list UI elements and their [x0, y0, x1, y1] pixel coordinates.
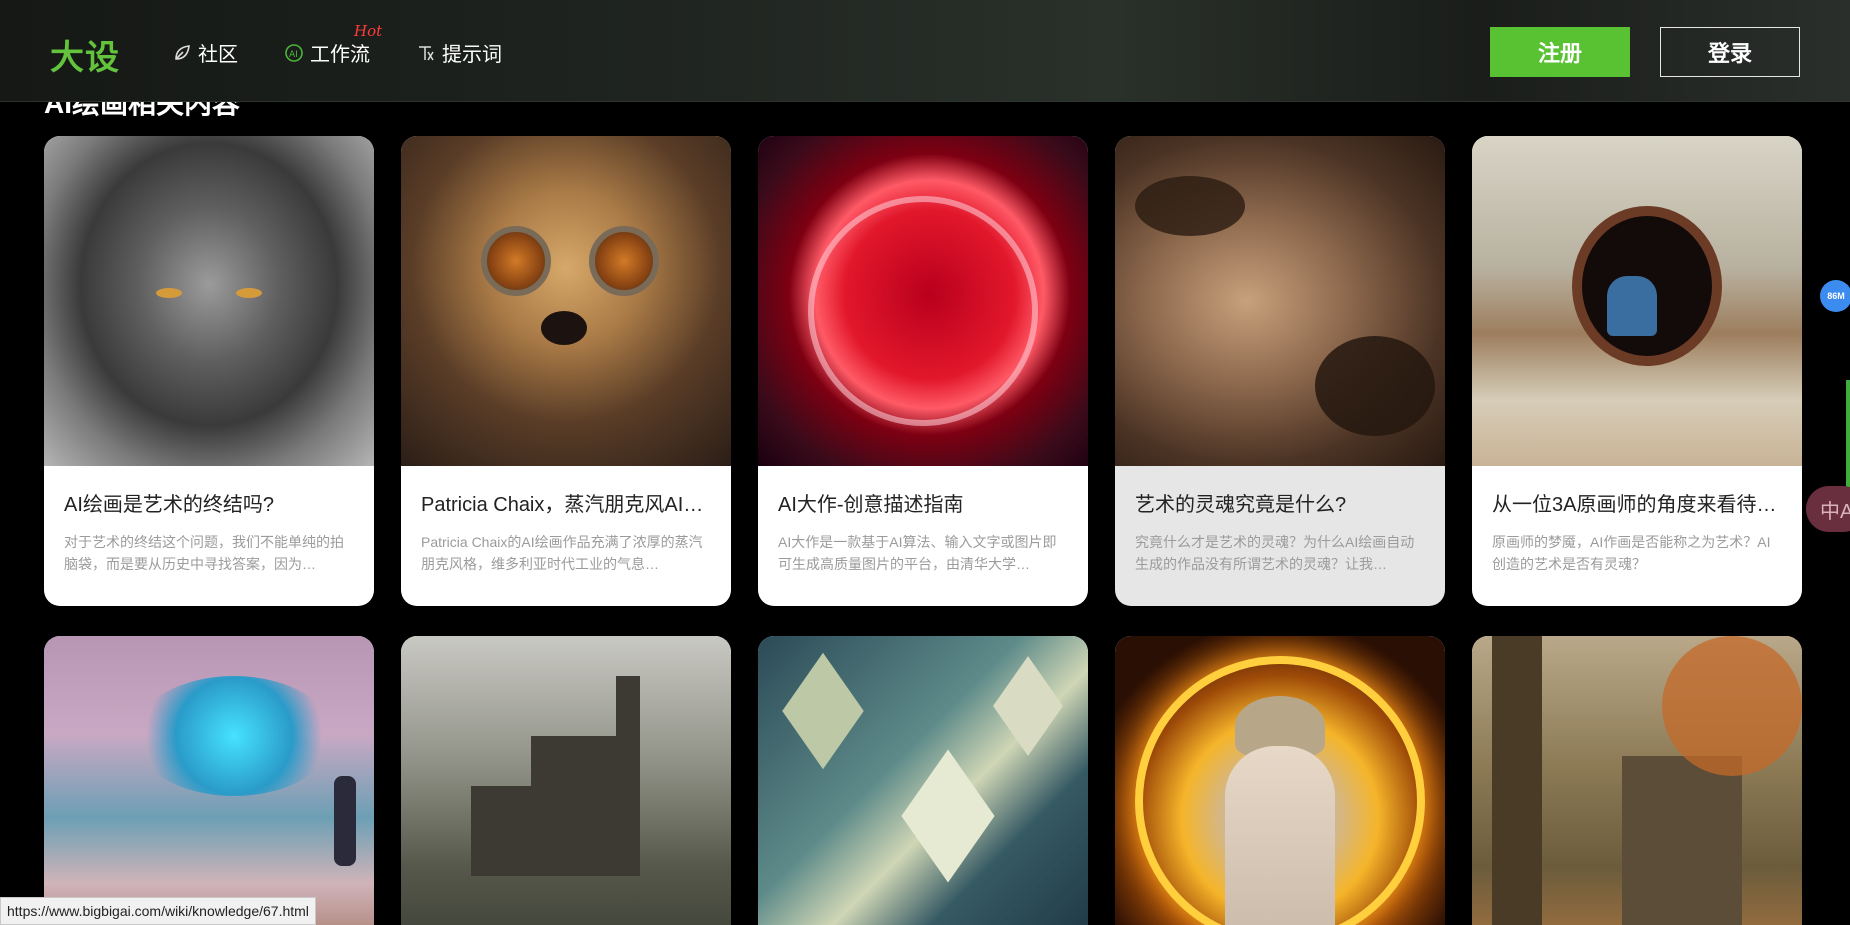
- prompt-icon: [416, 43, 436, 63]
- article-card[interactable]: AI大作-创意描述指南 AI大作是一款基于AI算法、输入文字或图片即可生成高质量…: [758, 136, 1088, 606]
- article-thumbnail: [401, 636, 731, 925]
- leaf-icon: [172, 43, 192, 63]
- article-desc: AI大作是一款基于AI算法、输入文字或图片即可生成高质量图片的平台，由清华大学…: [778, 534, 1057, 572]
- article-thumbnail: [44, 636, 374, 925]
- main-nav: 社区 AI 工作流 Hot 提示词: [172, 22, 502, 67]
- translate-button[interactable]: 中A: [1806, 486, 1850, 532]
- article-card[interactable]: 艺术的灵魂究竟是什么? 究竟什么才是艺术的灵魂？为什么AI绘画自动生成的作品没有…: [1115, 136, 1445, 606]
- article-title: Patricia Chaix，蒸汽朋克风AI…: [421, 494, 704, 516]
- hot-badge: Hot: [354, 22, 383, 40]
- article-title: AI大作-创意描述指南: [778, 494, 964, 516]
- article-card[interactable]: 从一位3A原画师的角度来看待… 原画师的梦魇，AI作画是否能称之为艺术？AI创造…: [1472, 136, 1802, 606]
- article-thumbnail: [758, 136, 1088, 466]
- site-logo[interactable]: 大设: [50, 30, 120, 79]
- article-thumbnail: [1115, 636, 1445, 925]
- top-navbar: 大设 社区 AI 工作流 Hot 提示词 注册 登录: [0, 0, 1850, 102]
- article-title: AI绘画是艺术的终结吗?: [64, 494, 275, 516]
- article-thumbnail: [758, 636, 1088, 925]
- article-card[interactable]: AI绘画是艺术的终结吗? 对于艺术的终结这个问题，我们不能单纯的拍脑袋，而是要从…: [44, 136, 374, 606]
- article-card[interactable]: [1472, 636, 1802, 925]
- article-thumbnail: [401, 136, 731, 466]
- nav-item-workflow[interactable]: AI 工作流 Hot: [284, 22, 382, 67]
- article-card[interactable]: [1115, 636, 1445, 925]
- article-card[interactable]: Patricia Chaix，蒸汽朋克风AI… Patricia Chaix的A…: [401, 136, 731, 606]
- article-thumbnail: [1472, 136, 1802, 466]
- article-title: 艺术的灵魂究竟是什么?: [1135, 494, 1347, 516]
- article-card[interactable]: [44, 636, 374, 925]
- nav-item-prompts[interactable]: 提示词: [416, 38, 502, 67]
- link-preview-url: https://www.bigbigai.com/wiki/knowledge/…: [0, 897, 316, 925]
- article-desc: 对于艺术的终结这个问题，我们不能单纯的拍脑袋，而是要从历史中寻找答案，因为…: [64, 534, 344, 572]
- scroll-indicator: [1846, 380, 1850, 490]
- workflow-icon: AI: [284, 43, 304, 63]
- article-card[interactable]: [758, 636, 1088, 925]
- article-desc: 究竟什么才是艺术的灵魂？为什么AI绘画自动生成的作品没有所谓艺术的灵魂？让我…: [1135, 534, 1415, 572]
- nav-item-community[interactable]: 社区: [172, 38, 238, 67]
- nav-label-prompts: 提示词: [442, 44, 502, 66]
- article-title: 从一位3A原画师的角度来看待…: [1492, 494, 1777, 516]
- nav-label-community: 社区: [198, 44, 238, 66]
- login-button[interactable]: 登录: [1660, 27, 1800, 77]
- article-desc: Patricia Chaix的AI绘画作品充满了浓厚的蒸汽朋克风格，维多利亚时代…: [421, 534, 703, 572]
- svg-text:AI: AI: [289, 50, 298, 60]
- article-thumbnail: [44, 136, 374, 466]
- register-button[interactable]: 注册: [1490, 27, 1630, 77]
- nav-label-workflow: 工作流: [310, 44, 370, 66]
- article-thumbnail: [1472, 636, 1802, 925]
- article-thumbnail: [1115, 136, 1445, 466]
- article-desc: 原画师的梦魇，AI作画是否能称之为艺术？AI创造的艺术是否有灵魂？: [1492, 534, 1771, 572]
- memory-badge[interactable]: 86M: [1820, 280, 1850, 312]
- article-card[interactable]: [401, 636, 731, 925]
